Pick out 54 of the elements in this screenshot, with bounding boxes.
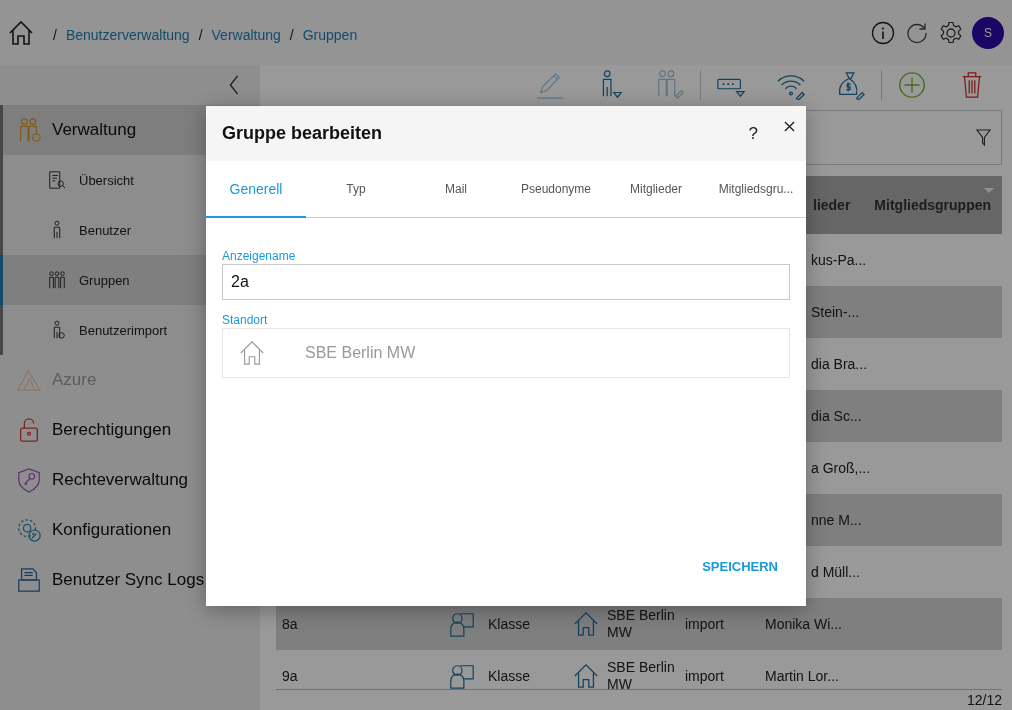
field-label: Standort [222, 313, 269, 327]
dialog-tab[interactable]: Generell [206, 161, 306, 218]
row-count: 12/12 [966, 692, 1002, 708]
class-icon [448, 610, 476, 638]
table-cell: nne M... [811, 512, 862, 528]
sidebar-item[interactable]: Rechteverwaltung [0, 455, 260, 505]
table-cell-text: import [685, 668, 725, 684]
breadcrumb-separator: / [53, 26, 57, 43]
settings-icon[interactable] [939, 20, 963, 45]
help-button[interactable]: ? [744, 123, 762, 144]
table-cell-text: 8a [281, 616, 299, 632]
sidebar-item[interactable]: Konfigurationen [0, 505, 260, 555]
sidebar-item[interactable]: Benutzer Sync Logs [0, 555, 260, 605]
table-cell-text: import [685, 616, 725, 632]
filter-icon[interactable] [976, 128, 991, 147]
table-cell-text: SBE Berlin MW [607, 659, 676, 689]
table-cell: Martin Lor... [765, 668, 839, 684]
home-icon[interactable] [8, 19, 34, 46]
house-icon [573, 611, 599, 637]
dialog-tab[interactable]: Pseudonyme [506, 161, 606, 218]
table-cell-text: Klasse [488, 668, 532, 684]
dialog-tab[interactable]: Mitgliedsgru... [706, 161, 806, 218]
table-cell-text: Klasse [488, 616, 532, 632]
collapse-chevron-icon[interactable] [228, 75, 240, 95]
class-icon [448, 662, 476, 689]
table-cell: Stein-... [811, 304, 860, 320]
breadcrumb-separator: / [289, 26, 294, 43]
save-button[interactable]: SPEICHERN [690, 553, 790, 580]
dialog-tab[interactable]: Mitglieder [606, 161, 706, 218]
house-icon [573, 663, 599, 689]
table-cell-text: 9a [281, 668, 299, 684]
shield-key-icon [16, 467, 42, 493]
money-bag-icon[interactable] [836, 70, 866, 100]
table-cell-text: SBE Berlin MW [607, 607, 676, 641]
breadcrumb-separator: / [198, 26, 203, 43]
house-icon [239, 340, 265, 366]
sidebar-item[interactable]: Berechtigungen [0, 405, 260, 455]
table-cell: dia Sc... [811, 408, 862, 424]
dialog-tab[interactable]: Mail [406, 161, 506, 218]
table-cell: Monika Wi... [765, 616, 842, 632]
breadcrumb-link[interactable]: Benutzerverwaltung [65, 26, 190, 43]
document-search-icon [47, 170, 67, 190]
gear-icon [16, 517, 42, 543]
breadcrumb-link[interactable]: Gruppen [302, 26, 358, 43]
group-icon [47, 270, 67, 290]
log-file-icon [16, 567, 42, 593]
dialog-tab[interactable]: Typ [306, 161, 406, 218]
table-cell: a Groß,... [811, 460, 871, 476]
user-avatar[interactable]: S [972, 16, 1004, 49]
info-icon[interactable] [871, 20, 895, 45]
plus-circle-icon[interactable] [897, 70, 927, 100]
breadcrumb-link[interactable]: Verwaltung [211, 26, 281, 43]
input-field[interactable]: 2a [222, 264, 790, 300]
close-icon[interactable] [784, 121, 795, 132]
